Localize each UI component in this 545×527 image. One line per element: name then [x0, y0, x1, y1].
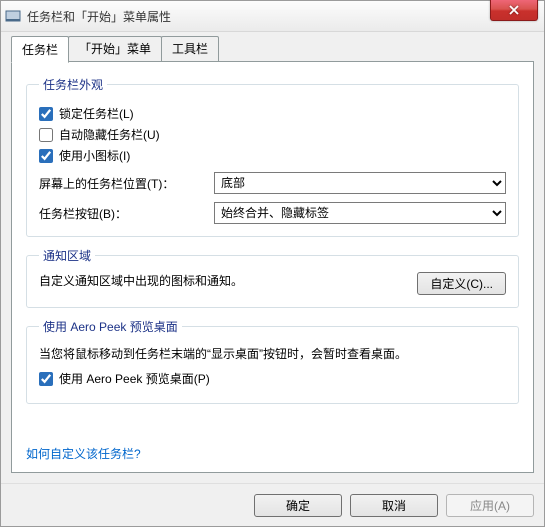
combo-position[interactable]: 底部	[214, 172, 506, 194]
label-buttons: 任务栏按钮(B)：	[39, 205, 214, 222]
group-appearance: 任务栏外观 锁定任务栏(L) 自动隐藏任务栏(U) 使用小图标(I) 屏幕上的任…	[26, 76, 519, 237]
checkbox-lock-taskbar-input[interactable]	[39, 107, 53, 121]
spacer	[26, 414, 519, 429]
dialog-window: 任务栏和「开始」菜单属性 任务栏 「开始」菜单 工具栏 任务栏外观 锁定任务栏(…	[0, 0, 545, 527]
group-notification: 通知区域 自定义通知区域中出现的图标和通知。 自定义(C)...	[26, 247, 519, 308]
checkbox-label: 使用小图标(I)	[59, 147, 130, 164]
checkbox-lock-taskbar[interactable]: 锁定任务栏(L)	[39, 105, 506, 122]
button-label: 确定	[286, 499, 310, 513]
tab-startmenu[interactable]: 「开始」菜单	[68, 36, 162, 62]
notification-desc: 自定义通知区域中出现的图标和通知。	[39, 272, 407, 291]
cancel-button[interactable]: 取消	[350, 494, 438, 517]
client-area: 任务栏 「开始」菜单 工具栏 任务栏外观 锁定任务栏(L) 自动隐藏任务栏(U)…	[1, 32, 544, 483]
link-text: 如何自定义该任务栏?	[26, 447, 141, 461]
row-buttons: 任务栏按钮(B)： 始终合并、隐藏标签	[39, 202, 506, 224]
apply-button[interactable]: 应用(A)	[446, 494, 534, 517]
aero-desc: 当您将鼠标移动到任务栏末端的“显示桌面”按钮时，会暂时查看桌面。	[39, 345, 506, 364]
tab-label: 任务栏	[22, 43, 58, 57]
tab-strip: 任务栏 「开始」菜单 工具栏	[11, 40, 534, 62]
help-link[interactable]: 如何自定义该任务栏?	[26, 445, 519, 462]
tab-toolbars[interactable]: 工具栏	[161, 36, 219, 62]
window-title: 任务栏和「开始」菜单属性	[27, 8, 171, 25]
button-label: 自定义(C)...	[430, 277, 493, 291]
button-label: 应用(A)	[470, 499, 510, 513]
tab-label: 「开始」菜单	[79, 42, 151, 56]
button-label: 取消	[382, 499, 406, 513]
dialog-footer: 确定 取消 应用(A)	[1, 483, 544, 526]
close-button[interactable]	[490, 0, 538, 21]
customize-button[interactable]: 自定义(C)...	[417, 272, 506, 295]
group-appearance-legend: 任务栏外观	[39, 76, 107, 93]
checkbox-small-icons[interactable]: 使用小图标(I)	[39, 147, 506, 164]
ok-button[interactable]: 确定	[254, 494, 342, 517]
group-aero-legend: 使用 Aero Peek 预览桌面	[39, 318, 182, 335]
label-position: 屏幕上的任务栏位置(T)：	[39, 175, 214, 192]
group-notification-legend: 通知区域	[39, 247, 95, 264]
group-aero-peek: 使用 Aero Peek 预览桌面 当您将鼠标移动到任务栏末端的“显示桌面”按钮…	[26, 318, 519, 404]
tab-page-taskbar: 任务栏外观 锁定任务栏(L) 自动隐藏任务栏(U) 使用小图标(I) 屏幕上的任…	[11, 61, 534, 473]
checkbox-autohide-taskbar-input[interactable]	[39, 128, 53, 142]
tab-taskbar[interactable]: 任务栏	[11, 36, 69, 63]
checkbox-aero-peek-input[interactable]	[39, 372, 53, 386]
checkbox-label: 使用 Aero Peek 预览桌面(P)	[59, 370, 210, 387]
titlebar: 任务栏和「开始」菜单属性	[1, 1, 544, 32]
app-icon	[5, 8, 21, 24]
combo-buttons[interactable]: 始终合并、隐藏标签	[214, 202, 506, 224]
checkbox-label: 自动隐藏任务栏(U)	[59, 126, 160, 143]
checkbox-small-icons-input[interactable]	[39, 149, 53, 163]
checkbox-autohide-taskbar[interactable]: 自动隐藏任务栏(U)	[39, 126, 506, 143]
checkbox-aero-peek[interactable]: 使用 Aero Peek 预览桌面(P)	[39, 370, 506, 387]
checkbox-label: 锁定任务栏(L)	[59, 105, 134, 122]
tab-label: 工具栏	[172, 42, 208, 56]
row-position: 屏幕上的任务栏位置(T)： 底部	[39, 172, 506, 194]
close-icon	[509, 5, 519, 15]
